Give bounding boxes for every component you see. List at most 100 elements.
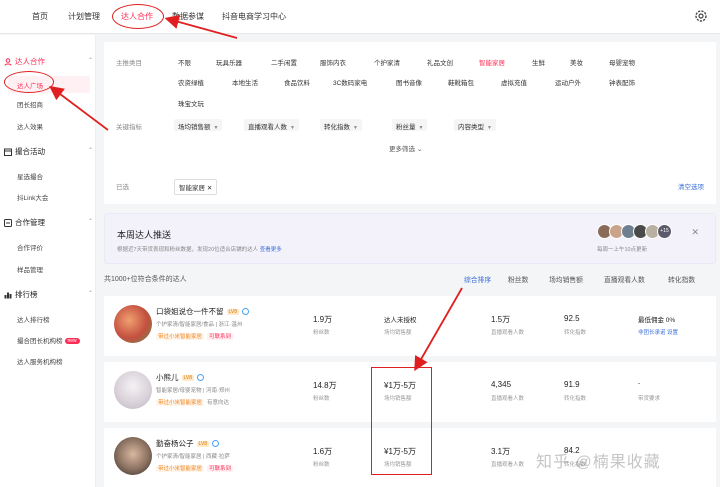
sidebar-group-influencer[interactable]: 达人合作 ⌃ xyxy=(4,56,93,67)
sidebar-item-influencer-ranking[interactable]: 达人排行榜 xyxy=(17,314,50,324)
sidebar-group-rankings[interactable]: 排行榜 ⌃ xyxy=(4,289,93,300)
clear-options-link[interactable]: 清空选项 xyxy=(678,181,704,191)
dropdown-label: 内容类型 xyxy=(458,124,484,131)
table-row[interactable]: 口袋姐说仓一件不留 LV8 个护家清/智能家居/食品 | 浙江·温州 带过小米智能… xyxy=(104,296,716,356)
sidebar-group-label: 撮合活动 xyxy=(15,147,45,156)
influencer-meta: 智能家居/母婴宠物 | 河南·郑州 xyxy=(156,388,230,394)
fans-label: 粉丝数 xyxy=(313,330,330,336)
dropdown-label: 转化指数 xyxy=(324,124,350,131)
top-nav: 首页 计划管理 达人合作 数据参谋 抖音电商学习中心 xyxy=(0,0,720,34)
influencer-name[interactable]: 勤奋杨公子 LV8 xyxy=(156,438,220,449)
influencer-name[interactable]: 口袋姐说仓一件不留 LV8 xyxy=(156,306,250,317)
recommend-title: 本周达人推送 xyxy=(117,230,172,240)
category-chip[interactable]: 不限 xyxy=(178,57,191,67)
sidebar-group-cooperation[interactable]: 合作管理 ⌃ xyxy=(4,217,93,228)
fans-label: 粉丝数 xyxy=(313,462,330,468)
metric-dropdown-fans[interactable]: 粉丝量 ▼ xyxy=(392,119,428,131)
more-filters-label: 更多筛选 xyxy=(389,146,415,153)
name-text: 口袋姐说仓一件不留 xyxy=(156,307,224,316)
category-chip[interactable]: 玩具乐器 xyxy=(216,57,242,67)
dropdown-label: 场均销售额 xyxy=(178,124,211,131)
category-chip[interactable]: 礼品文创 xyxy=(427,57,453,67)
recommend-avatars[interactable]: +15 xyxy=(597,224,672,239)
metric-dropdown-live-viewers[interactable]: 直播观看人数 ▼ xyxy=(244,119,299,131)
chevron-up-icon: ⌃ xyxy=(88,148,94,154)
category-chip[interactable]: 智能家居 xyxy=(479,57,505,67)
category-chip[interactable]: 3C数码家电 xyxy=(333,77,367,87)
category-chip[interactable]: 个护家清 xyxy=(374,57,400,67)
nav-data-advisor[interactable]: 数据参谋 xyxy=(172,11,204,22)
category-chip[interactable]: 本地生活 xyxy=(232,77,258,87)
fans-value: 1.9万 xyxy=(313,315,333,324)
sidebar-group-label: 排行榜 xyxy=(15,290,38,299)
sort-avg-sales[interactable]: 场均销售额 xyxy=(549,274,583,284)
category-chip[interactable]: 鞋靴箱包 xyxy=(448,77,474,87)
conversion-label: 转化指数 xyxy=(564,330,587,336)
nav-plan-management[interactable]: 计划管理 xyxy=(68,11,100,22)
chevron-down-icon: ▼ xyxy=(418,125,424,131)
metric-dropdown-content-type[interactable]: 内容类型 ▼ xyxy=(454,119,496,131)
category-chip[interactable]: 食品饮料 xyxy=(284,77,310,87)
fans-value: 14.8万 xyxy=(313,381,337,390)
gear-icon[interactable] xyxy=(694,9,708,23)
category-chip[interactable]: 图书音像 xyxy=(396,77,422,87)
viewers-value: 4,345 xyxy=(491,380,512,389)
sidebar-item-label: 撮合团长机构榜 xyxy=(17,338,63,345)
dropdown-label: 直播观看人数 xyxy=(248,124,287,131)
avatar[interactable] xyxy=(114,437,152,475)
min-commission: 最低佣金 0% xyxy=(638,317,676,324)
more-count-badge: +15 xyxy=(657,224,672,239)
selected-tag-label: 智能家居 xyxy=(179,185,205,192)
sidebar-item-team-org-ranking[interactable]: 撮合团长机构榜 new xyxy=(17,335,80,345)
verified-icon xyxy=(212,440,220,447)
category-chip[interactable]: 生鲜 xyxy=(532,57,545,67)
close-icon[interactable]: ✕ xyxy=(207,185,212,192)
sort-fans[interactable]: 粉丝数 xyxy=(508,274,528,284)
sidebar-item-cooperation-review[interactable]: 合作评价 xyxy=(17,242,43,252)
chevron-down-icon: ⌄ xyxy=(416,146,423,153)
category-chip[interactable]: 农资绿植 xyxy=(178,77,204,87)
category-chip[interactable]: 美妆 xyxy=(570,57,583,67)
view-more-link[interactable]: 查看更多 xyxy=(260,247,282,253)
category-chip[interactable]: 服饰内衣 xyxy=(320,57,346,67)
sidebar-item-team-recruit[interactable]: 团长招商 xyxy=(17,99,43,109)
category-chip[interactable]: 二手闲置 xyxy=(271,57,297,67)
annotation-circle-nav xyxy=(112,4,164,29)
sidebar-item-service-org-ranking[interactable]: 达人服务机构榜 xyxy=(17,356,63,366)
delivery-requirement: - xyxy=(638,380,641,387)
sidebar-item-link-conference[interactable]: 抖Link大会 xyxy=(17,192,48,202)
sidebar-item-sample-management[interactable]: 样品管理 xyxy=(17,264,43,274)
close-icon[interactable]: ✕ xyxy=(691,227,699,238)
influencer-tags: 带过小米智能家居 可联系到 xyxy=(156,332,234,340)
recommend-update-note: 每周一上午10点更新 xyxy=(597,247,648,253)
category-chip[interactable]: 钟表配饰 xyxy=(609,77,635,87)
sidebar-item-influencer-effect[interactable]: 达人效果 xyxy=(17,121,43,131)
sidebar-group-matching[interactable]: 撮合活动 ⌃ xyxy=(4,146,93,157)
chevron-down-icon: ▼ xyxy=(353,125,358,131)
category-chip[interactable]: 虚拟充值 xyxy=(501,77,527,87)
category-chip[interactable]: 母婴宠物 xyxy=(609,57,635,67)
sort-comprehensive[interactable]: 综合排序 xyxy=(464,274,491,284)
tag-contact: 可联系到 xyxy=(207,334,234,340)
recommend-desc-text: 根据近7天带货表现和粉丝数据，发现20位适合店铺的达人 xyxy=(117,247,259,253)
new-badge: new xyxy=(64,338,80,344)
metric-dropdown-conversion[interactable]: 转化指数 ▼ xyxy=(320,119,362,131)
avatar[interactable] xyxy=(114,371,152,409)
more-filters-button[interactable]: 更多筛选 ⌄ xyxy=(389,143,422,153)
metric-dropdown-avg-sales[interactable]: 场均销售额 ▼ xyxy=(174,119,223,131)
commission-setting-link[interactable]: 非团长承诺 设置 xyxy=(638,328,678,336)
delivery-requirement-label: 带货要求 xyxy=(638,396,661,402)
annotation-box-sales xyxy=(371,367,432,475)
avatar[interactable] xyxy=(114,305,152,343)
viewers-value: 1.5万 xyxy=(491,315,511,324)
nav-learning-center[interactable]: 抖音电商学习中心 xyxy=(222,11,286,22)
sales-label: 场均销售额 xyxy=(384,330,412,336)
category-chip[interactable]: 珠宝文玩 xyxy=(178,98,204,108)
nav-home[interactable]: 首页 xyxy=(32,11,48,22)
sidebar-item-star-matching[interactable]: 星选撮合 xyxy=(17,171,43,181)
sort-live-viewers[interactable]: 直播观看人数 xyxy=(604,274,645,284)
influencer-name[interactable]: 小熊儿 LV8 xyxy=(156,372,205,383)
category-chip[interactable]: 运动户外 xyxy=(555,77,581,87)
selected-filter-tag[interactable]: 智能家居 ✕ xyxy=(174,179,218,195)
sort-conversion[interactable]: 转化指数 xyxy=(668,274,695,284)
